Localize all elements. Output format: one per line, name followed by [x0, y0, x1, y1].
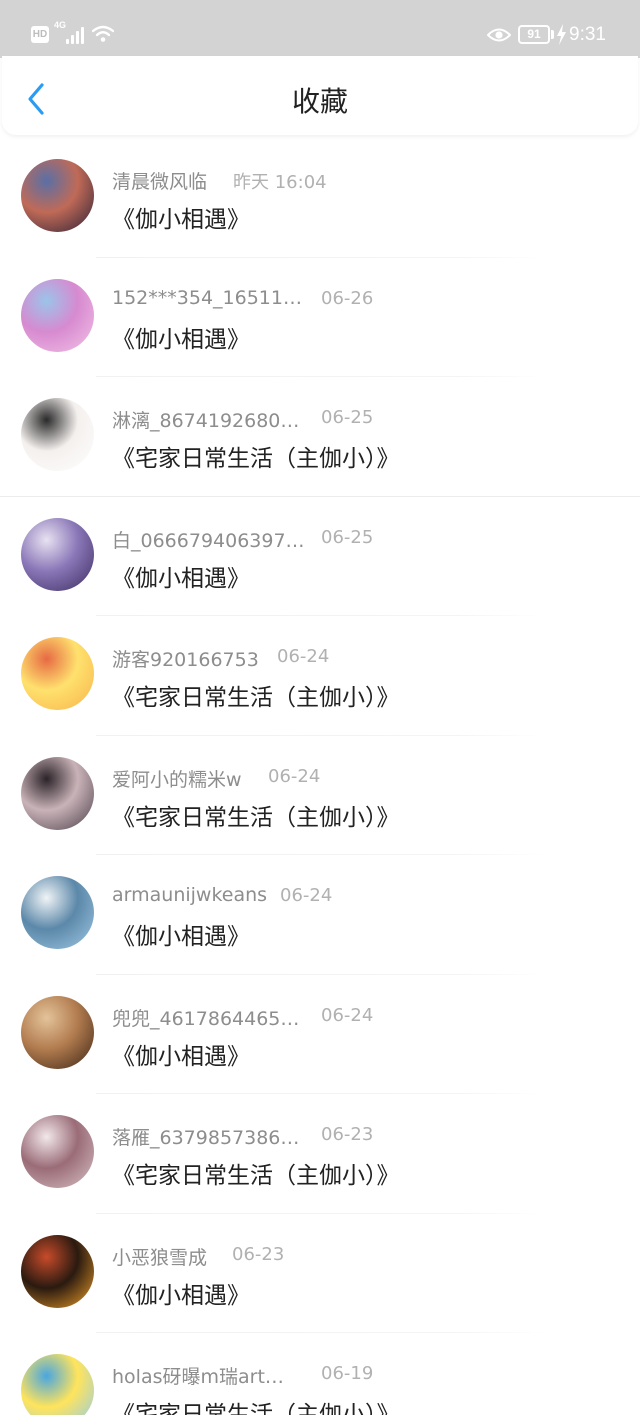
work-title[interactable]: 《伽小相遇》	[112, 1037, 250, 1071]
work-title[interactable]: 《伽小相遇》	[112, 1276, 250, 1310]
item-meta: 淋漓_8674192680…	[112, 406, 299, 432]
timestamp: 06-19	[321, 1363, 374, 1384]
item-meta: 清晨微风临	[112, 167, 207, 193]
work-title[interactable]: 《宅家日常生活（主伽小）》	[112, 678, 400, 712]
item-meta: holas砑曝m瑞art…	[112, 1362, 284, 1388]
hd-icon: HD	[31, 26, 49, 43]
item-meta: 游客920166753	[112, 645, 259, 671]
list-item[interactable]: 152***354_16511… 06-26 《伽小相遇》	[0, 258, 640, 377]
timestamp: 06-24	[321, 1004, 374, 1026]
item-meta: armaunijwkeans	[112, 884, 267, 910]
avatar[interactable]	[21, 159, 94, 232]
status-bar: HD 4G 91 9:31	[0, 0, 640, 58]
user-name: 落雁_6379857386…	[112, 1127, 300, 1149]
avatar[interactable]	[21, 876, 94, 949]
signal-icon	[66, 26, 86, 44]
user-name: 游客920166753	[112, 649, 259, 671]
work-title[interactable]: 《宅家日常生活（主伽小）》	[112, 439, 400, 473]
work-title[interactable]: 《伽小相遇》	[112, 320, 250, 354]
user-name: 清晨微风临	[112, 171, 208, 193]
page-title: 收藏	[291, 85, 348, 118]
list-item[interactable]: 落雁_6379857386… 06-23 《宅家日常生活（主伽小）》	[0, 1094, 640, 1214]
user-name: 白_066679406397…	[112, 529, 305, 552]
list-item[interactable]: 爱阿小的糯米w 06-24 《宅家日常生活（主伽小）》	[0, 736, 640, 855]
timestamp: 06-26	[321, 287, 374, 309]
item-meta: 白_066679406397…	[112, 526, 305, 552]
user-name: holas砑曝m瑞art…	[112, 1366, 284, 1388]
battery-icon: 91	[518, 25, 550, 44]
user-name: armaunijwkeans	[112, 884, 268, 906]
network-type: 4G	[54, 20, 67, 30]
favorites-list: 清晨微风临 昨天 16:04 《伽小相遇》 152***354_16511… 06-26…	[0, 138, 640, 1415]
avatar[interactable]	[21, 637, 94, 710]
work-title[interactable]: 《伽小相遇》	[112, 200, 250, 234]
avatar[interactable]	[21, 756, 94, 830]
wifi-icon	[92, 25, 114, 42]
list-item[interactable]: 淋漓_8674192680… 06-25 《宅家日常生活（主伽小）》	[0, 377, 640, 497]
battery-tip	[551, 30, 554, 39]
timestamp: 06-23	[232, 1243, 285, 1265]
avatar[interactable]	[21, 995, 94, 1069]
avatar[interactable]	[21, 1354, 94, 1415]
item-meta: 落雁_6379857386…	[112, 1123, 299, 1149]
list-item[interactable]: holas砑曝m瑞art… 06-19 《宅家日常生活（主伽小）》	[0, 1333, 640, 1415]
avatar[interactable]	[21, 1115, 94, 1188]
timestamp: 06-25	[321, 526, 374, 548]
list-item[interactable]: 清晨微风临 昨天 16:04 《伽小相遇》	[0, 138, 640, 258]
list-item[interactable]: 兜兜_4617864465… 06-24 《伽小相遇》	[0, 975, 640, 1094]
item-meta: 小恶狼雪成	[112, 1243, 207, 1269]
timestamp: 06-25	[321, 407, 374, 428]
list-item[interactable]: 游客920166753 06-24 《宅家日常生活（主伽小）》	[0, 616, 640, 736]
work-title[interactable]: 《伽小相遇》	[112, 559, 250, 593]
user-name: 爱阿小的糯米w	[112, 768, 242, 791]
user-name: 小恶狼雪成	[112, 1246, 208, 1269]
timestamp: 06-23	[321, 1124, 374, 1145]
item-meta: 152***354_16511…	[112, 287, 302, 313]
timestamp: 06-24	[268, 765, 321, 787]
clock: 9:31	[569, 24, 606, 45]
list-item[interactable]: 小恶狼雪成 06-23 《伽小相遇》	[0, 1214, 640, 1333]
user-name: 兜兜_4617864465…	[112, 1007, 300, 1030]
work-title[interactable]: 《宅家日常生活（主伽小）》	[112, 798, 400, 832]
work-title[interactable]: 《伽小相遇》	[112, 917, 250, 951]
eye-icon	[487, 28, 511, 42]
work-title[interactable]: 《宅家日常生活（主伽小）》	[112, 1395, 400, 1415]
timestamp: 昨天 16:04	[233, 172, 327, 193]
avatar[interactable]	[21, 398, 94, 471]
user-name: 淋漓_8674192680…	[112, 410, 300, 432]
list-item[interactable]: 白_066679406397… 06-25 《伽小相遇》	[0, 497, 640, 616]
charging-bolt-icon	[557, 24, 566, 45]
list-item[interactable]: armaunijwkeans 06-24 《伽小相遇》	[0, 855, 640, 975]
item-meta: 兜兜_4617864465…	[112, 1004, 299, 1030]
avatar[interactable]	[21, 278, 94, 352]
timestamp: 06-24	[280, 885, 333, 906]
work-title[interactable]: 《宅家日常生活（主伽小）》	[112, 1156, 400, 1190]
item-meta: 爱阿小的糯米w	[112, 765, 242, 791]
app-header: 收藏	[2, 56, 638, 135]
avatar[interactable]	[21, 1234, 94, 1308]
avatar[interactable]	[21, 517, 94, 591]
timestamp: 06-24	[277, 646, 330, 667]
user-name: 152***354_16511…	[112, 286, 302, 309]
